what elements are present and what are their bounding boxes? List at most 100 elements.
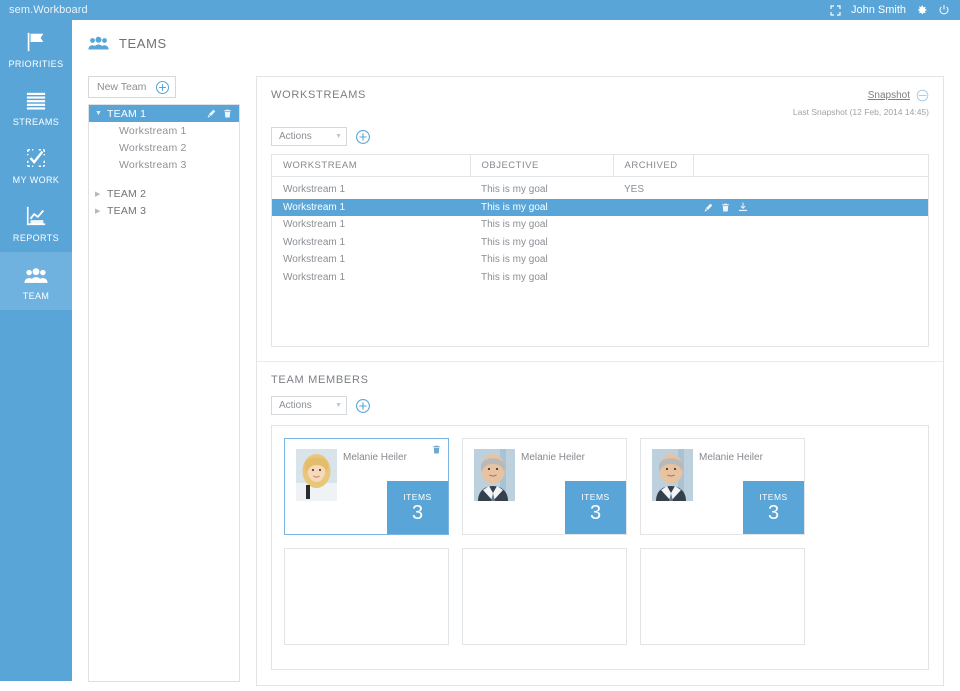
cell-archived — [613, 234, 693, 252]
cell-archived — [613, 269, 693, 287]
new-team-button[interactable]: New Team — [88, 76, 176, 98]
chevron-right-icon[interactable]: ▶ — [95, 207, 107, 215]
cell-archived — [613, 251, 693, 269]
column-header-workstream: WORKSTREAM — [272, 155, 471, 177]
download-icon[interactable] — [738, 202, 748, 212]
member-card[interactable]: Melanie Heiler ITEMS 3 — [640, 438, 805, 535]
flag-icon — [25, 29, 47, 53]
tree-item-workstream-2[interactable]: Workstream 2 — [89, 139, 239, 156]
items-badge[interactable]: ITEMS 3 — [565, 481, 626, 534]
member-name: Melanie Heiler — [699, 452, 763, 463]
tree-item-label: Workstream 2 — [119, 141, 187, 154]
column-header-objective: OBJECTIVE — [470, 155, 614, 177]
items-badge[interactable]: ITEMS 3 — [387, 481, 448, 534]
cell-archived — [613, 198, 693, 216]
tree-item-label: TEAM 2 — [107, 187, 147, 200]
table-row[interactable]: Workstream 1 This is my goal — [272, 269, 928, 287]
snapshot-circle-icon[interactable] — [916, 89, 929, 102]
actions-label: Actions — [279, 131, 312, 142]
cell-archived: YES — [624, 184, 645, 196]
checklist-icon — [25, 145, 47, 169]
cell-workstream: Workstream 1 — [283, 236, 346, 248]
workstreams-section: WORKSTREAMS Snapshot Last Snapshot (12 F… — [257, 77, 943, 347]
avatar — [474, 449, 515, 501]
add-workstream-button[interactable] — [355, 129, 371, 145]
team-members-header: TEAM MEMBERS — [257, 362, 943, 386]
items-badge[interactable]: ITEMS 3 — [743, 481, 804, 534]
tree-item-workstream-1[interactable]: Workstream 1 — [89, 122, 239, 139]
cell-archived — [613, 216, 693, 234]
cell-actions — [693, 216, 928, 234]
tree-item-team-3[interactable]: ▶ TEAM 3 — [89, 202, 239, 219]
cell-actions — [693, 251, 928, 269]
sidebar-item-streams[interactable]: STREAMS — [0, 78, 72, 136]
member-name: Melanie Heiler — [521, 452, 585, 463]
sidebar-item-my-work[interactable]: MY WORK — [0, 136, 72, 194]
cell-workstream: Workstream 1 — [283, 219, 346, 231]
items-label: ITEMS — [403, 492, 432, 502]
power-icon[interactable] — [938, 4, 950, 16]
sidebar-item-reports[interactable]: REPORTS — [0, 194, 72, 252]
member-card-empty[interactable] — [640, 548, 805, 645]
cell-objective: This is my goal — [481, 184, 548, 196]
gear-icon[interactable] — [916, 4, 928, 16]
plus-circle-icon[interactable] — [155, 80, 170, 95]
member-card-empty[interactable] — [284, 548, 449, 645]
table-row[interactable]: Workstream 1 This is my goal — [272, 216, 928, 234]
table-row[interactable]: Workstream 1 This is my goal — [272, 234, 928, 252]
member-card[interactable]: Melanie Heiler ITEMS 3 — [284, 438, 449, 535]
teams-tree: ▼ TEAM 1 Workstream 1 Workstream 2 Works… — [88, 104, 240, 682]
table-row[interactable]: Workstream 1 This is my goal — [272, 251, 928, 269]
expand-icon[interactable] — [830, 4, 841, 16]
workstreams-table-container: WORKSTREAM OBJECTIVE ARCHIVED Workstream… — [271, 154, 929, 347]
top-bar-right: John Smith — [830, 4, 960, 16]
team-members-section: TEAM MEMBERS Actions ▼ Melanie Heiler IT… — [257, 362, 943, 670]
tree-item-label: Workstream 3 — [119, 158, 187, 171]
tree-item-team-1[interactable]: ▼ TEAM 1 — [89, 105, 239, 122]
sidebar-item-team[interactable]: TEAM — [0, 252, 72, 310]
chevron-down-icon[interactable]: ▼ — [95, 110, 107, 117]
team-member-cards: Melanie Heiler ITEMS 3 Melanie Heiler IT… — [271, 425, 929, 670]
trash-icon[interactable] — [721, 203, 730, 212]
page-title: TEAMS — [119, 35, 167, 51]
tree-item-label: TEAM 3 — [107, 204, 147, 217]
people-icon — [88, 36, 109, 51]
add-member-button[interactable] — [355, 398, 371, 414]
row-action-icons — [704, 202, 928, 212]
pencil-icon[interactable] — [207, 109, 216, 118]
table-header-row: WORKSTREAM OBJECTIVE ARCHIVED — [272, 155, 928, 177]
cell-objective: This is my goal — [481, 271, 548, 283]
cell-objective: This is my goal — [481, 219, 548, 231]
people-icon — [24, 261, 48, 285]
top-bar: sem.Workboard John Smith — [0, 0, 960, 20]
column-header-actions — [693, 155, 928, 177]
tree-item-workstream-3[interactable]: Workstream 3 — [89, 156, 239, 173]
workstreams-table: WORKSTREAM OBJECTIVE ARCHIVED Workstream… — [272, 155, 928, 286]
pencil-icon[interactable] — [704, 203, 713, 212]
page-body: TEAMS New Team ▼ TEAM 1 Workstream 1 Wor… — [72, 20, 960, 686]
app-brand: sem.Workboard — [9, 4, 88, 16]
snapshot-link[interactable]: Snapshot — [868, 90, 910, 101]
cell-actions — [693, 234, 928, 252]
sidebar-item-priorities[interactable]: PRIORITIES — [0, 20, 72, 78]
member-card-empty[interactable] — [462, 548, 627, 645]
user-name[interactable]: John Smith — [851, 4, 906, 16]
cell-objective: This is my goal — [481, 236, 548, 248]
column-header-archived: ARCHIVED — [613, 155, 694, 177]
trash-icon[interactable] — [432, 445, 441, 454]
sidebar-item-label: TEAM — [22, 291, 50, 301]
trash-icon[interactable] — [223, 109, 232, 118]
member-card[interactable]: Melanie Heiler ITEMS 3 — [462, 438, 627, 535]
table-row[interactable]: Workstream 1 This is my goal — [272, 198, 928, 216]
tree-item-team-2[interactable]: ▶ TEAM 2 — [89, 185, 239, 202]
new-team-label: New Team — [97, 81, 147, 93]
chevron-right-icon[interactable]: ▶ — [95, 190, 107, 198]
workstreams-actions-select[interactable]: Actions ▼ — [271, 127, 347, 146]
members-actions-select[interactable]: Actions ▼ — [271, 396, 347, 415]
items-count: 3 — [589, 502, 602, 524]
chevron-down-icon[interactable]: ▼ — [335, 133, 342, 140]
chevron-down-icon[interactable]: ▼ — [335, 402, 342, 409]
team-members-title: TEAM MEMBERS — [271, 374, 369, 386]
table-row[interactable]: Workstream 1 This is my goal YES — [272, 181, 928, 199]
sidebar: PRIORITIES STREAMS MY WORK REPORTS TEAM — [0, 20, 72, 681]
